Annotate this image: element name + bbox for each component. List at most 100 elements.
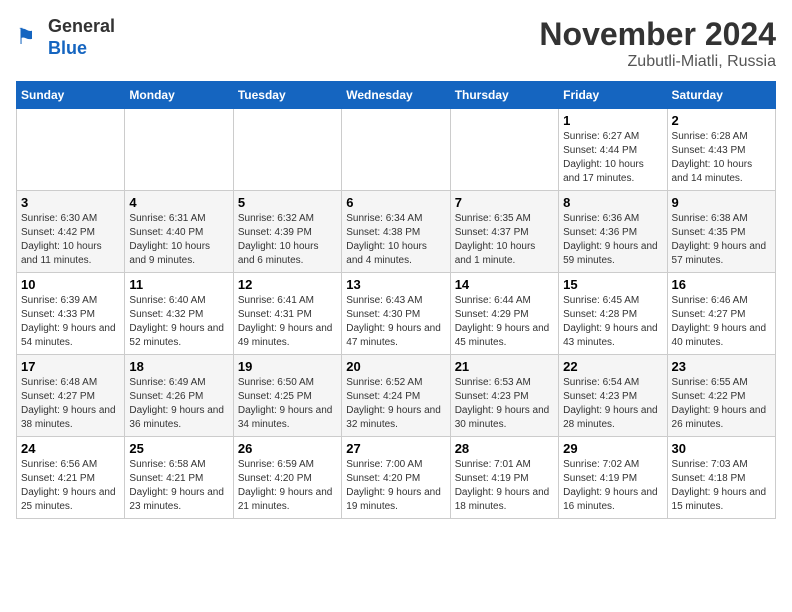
- calendar-cell: 25 Sunrise: 6:58 AM Sunset: 4:21 PM Dayli…: [125, 437, 233, 519]
- main-title: November 2024: [539, 16, 776, 53]
- day-info: Sunrise: 7:03 AM Sunset: 4:18 PM Dayligh…: [672, 458, 771, 514]
- day-info: Sunrise: 6:35 AM Sunset: 4:37 PM Dayligh…: [455, 212, 554, 268]
- day-number: 8: [563, 195, 662, 210]
- calendar-cell: [17, 109, 125, 191]
- day-info: Sunrise: 6:32 AM Sunset: 4:39 PM Dayligh…: [238, 212, 337, 268]
- day-number: 17: [21, 359, 120, 374]
- day-info: Sunrise: 6:48 AM Sunset: 4:27 PM Dayligh…: [21, 376, 120, 432]
- calendar-table: SundayMondayTuesdayWednesdayThursdayFrid…: [16, 81, 776, 519]
- day-number: 4: [129, 195, 228, 210]
- calendar-cell: 16Sunrise: 6:46 AM Sunset: 4:27 PM Dayli…: [667, 273, 775, 355]
- logo-blue: Blue: [48, 38, 87, 58]
- calendar-cell: 10 Sunrise: 6:39 AM Sunset: 4:33 PM Dayli…: [17, 273, 125, 355]
- day-number: 22: [563, 359, 662, 374]
- day-number: 9: [672, 195, 771, 210]
- day-number: 21: [455, 359, 554, 374]
- day-of-week-header: Monday: [125, 82, 233, 109]
- calendar-cell: 15 Sunrise: 6:45 AM Sunset: 4:28 PM Dayli…: [559, 273, 667, 355]
- calendar-cell: 19Sunrise: 6:50 AM Sunset: 4:25 PM Dayli…: [233, 355, 341, 437]
- calendar-week-row: 1Sunrise: 6:27 AM Sunset: 4:44 PM Daylig…: [17, 109, 776, 191]
- day-info: Sunrise: 7:02 AM Sunset: 4:19 PM Dayligh…: [563, 458, 662, 514]
- day-info: Sunrise: 6:45 AM Sunset: 4:28 PM Dayligh…: [563, 294, 662, 350]
- day-info: Sunrise: 6:30 AM Sunset: 4:42 PM Dayligh…: [21, 212, 120, 268]
- day-info: Sunrise: 6:38 AM Sunset: 4:35 PM Dayligh…: [672, 212, 771, 268]
- day-info: Sunrise: 6:41 AM Sunset: 4:31 PM Dayligh…: [238, 294, 337, 350]
- day-info: Sunrise: 6:40 AM Sunset: 4:32 PM Dayligh…: [129, 294, 228, 350]
- title-block: November 2024 Zubutli-Miatli, Russia: [539, 16, 776, 71]
- calendar-cell: 1Sunrise: 6:27 AM Sunset: 4:44 PM Daylig…: [559, 109, 667, 191]
- calendar-cell: 9 Sunrise: 6:38 AM Sunset: 4:35 PM Daylig…: [667, 191, 775, 273]
- day-info: Sunrise: 6:44 AM Sunset: 4:29 PM Dayligh…: [455, 294, 554, 350]
- calendar-cell: 26 Sunrise: 6:59 AM Sunset: 4:20 PM Dayli…: [233, 437, 341, 519]
- calendar-cell: 3 Sunrise: 6:30 AM Sunset: 4:42 PM Daylig…: [17, 191, 125, 273]
- day-number: 2: [672, 113, 771, 128]
- day-number: 6: [346, 195, 445, 210]
- day-info: Sunrise: 6:55 AM Sunset: 4:22 PM Dayligh…: [672, 376, 771, 432]
- logo-icon: ⚑: [16, 24, 44, 52]
- calendar-cell: [342, 109, 450, 191]
- calendar-cell: 7 Sunrise: 6:35 AM Sunset: 4:37 PM Daylig…: [450, 191, 558, 273]
- day-info: Sunrise: 6:59 AM Sunset: 4:20 PM Dayligh…: [238, 458, 337, 514]
- day-number: 19: [238, 359, 337, 374]
- day-info: Sunrise: 6:31 AM Sunset: 4:40 PM Dayligh…: [129, 212, 228, 268]
- day-info: Sunrise: 7:01 AM Sunset: 4:19 PM Dayligh…: [455, 458, 554, 514]
- calendar-cell: 14 Sunrise: 6:44 AM Sunset: 4:29 PM Dayli…: [450, 273, 558, 355]
- calendar-cell: 2 Sunrise: 6:28 AM Sunset: 4:43 PM Daylig…: [667, 109, 775, 191]
- day-number: 30: [672, 441, 771, 456]
- calendar-cell: 29 Sunrise: 7:02 AM Sunset: 4:19 PM Dayli…: [559, 437, 667, 519]
- day-info: Sunrise: 6:56 AM Sunset: 4:21 PM Dayligh…: [21, 458, 120, 514]
- calendar-cell: 24 Sunrise: 6:56 AM Sunset: 4:21 PM Dayli…: [17, 437, 125, 519]
- calendar-cell: 13Sunrise: 6:43 AM Sunset: 4:30 PM Dayli…: [342, 273, 450, 355]
- day-info: Sunrise: 6:52 AM Sunset: 4:24 PM Dayligh…: [346, 376, 445, 432]
- day-number: 14: [455, 277, 554, 292]
- logo-text: General Blue: [48, 16, 115, 59]
- calendar-cell: 27 Sunrise: 7:00 AM Sunset: 4:20 PM Dayli…: [342, 437, 450, 519]
- day-info: Sunrise: 6:43 AM Sunset: 4:30 PM Dayligh…: [346, 294, 445, 350]
- calendar-cell: 5Sunrise: 6:32 AM Sunset: 4:39 PM Daylig…: [233, 191, 341, 273]
- day-number: 26: [238, 441, 337, 456]
- page-header: ⚑ General Blue November 2024 Zubutli-Mia…: [16, 16, 776, 71]
- day-number: 15: [563, 277, 662, 292]
- calendar-cell: 4 Sunrise: 6:31 AM Sunset: 4:40 PM Daylig…: [125, 191, 233, 273]
- logo: ⚑ General Blue: [16, 16, 115, 59]
- day-number: 7: [455, 195, 554, 210]
- calendar-week-row: 10 Sunrise: 6:39 AM Sunset: 4:33 PM Dayli…: [17, 273, 776, 355]
- day-number: 23: [672, 359, 771, 374]
- day-info: Sunrise: 7:00 AM Sunset: 4:20 PM Dayligh…: [346, 458, 445, 514]
- calendar-cell: [125, 109, 233, 191]
- day-info: Sunrise: 6:54 AM Sunset: 4:23 PM Dayligh…: [563, 376, 662, 432]
- day-number: 3: [21, 195, 120, 210]
- day-info: Sunrise: 6:39 AM Sunset: 4:33 PM Dayligh…: [21, 294, 120, 350]
- day-number: 28: [455, 441, 554, 456]
- day-info: Sunrise: 6:49 AM Sunset: 4:26 PM Dayligh…: [129, 376, 228, 432]
- day-info: Sunrise: 6:28 AM Sunset: 4:43 PM Dayligh…: [672, 130, 771, 186]
- calendar-cell: 23 Sunrise: 6:55 AM Sunset: 4:22 PM Dayli…: [667, 355, 775, 437]
- day-number: 10: [21, 277, 120, 292]
- day-number: 27: [346, 441, 445, 456]
- day-info: Sunrise: 6:58 AM Sunset: 4:21 PM Dayligh…: [129, 458, 228, 514]
- calendar-week-row: 24 Sunrise: 6:56 AM Sunset: 4:21 PM Dayli…: [17, 437, 776, 519]
- day-number: 11: [129, 277, 228, 292]
- day-info: Sunrise: 6:27 AM Sunset: 4:44 PM Dayligh…: [563, 130, 662, 186]
- day-info: Sunrise: 6:36 AM Sunset: 4:36 PM Dayligh…: [563, 212, 662, 268]
- calendar-header-row: SundayMondayTuesdayWednesdayThursdayFrid…: [17, 82, 776, 109]
- day-of-week-header: Thursday: [450, 82, 558, 109]
- subtitle: Zubutli-Miatli, Russia: [539, 53, 776, 71]
- logo-general: General: [48, 16, 115, 36]
- calendar-cell: 21Sunrise: 6:53 AM Sunset: 4:23 PM Dayli…: [450, 355, 558, 437]
- day-number: 25: [129, 441, 228, 456]
- day-number: 20: [346, 359, 445, 374]
- day-number: 18: [129, 359, 228, 374]
- calendar-cell: 20 Sunrise: 6:52 AM Sunset: 4:24 PM Dayli…: [342, 355, 450, 437]
- day-number: 29: [563, 441, 662, 456]
- day-number: 24: [21, 441, 120, 456]
- calendar-cell: [450, 109, 558, 191]
- day-of-week-header: Sunday: [17, 82, 125, 109]
- day-of-week-header: Friday: [559, 82, 667, 109]
- calendar-cell: 8 Sunrise: 6:36 AM Sunset: 4:36 PM Daylig…: [559, 191, 667, 273]
- calendar-cell: 30 Sunrise: 7:03 AM Sunset: 4:18 PM Dayli…: [667, 437, 775, 519]
- calendar-cell: 28 Sunrise: 7:01 AM Sunset: 4:19 PM Dayli…: [450, 437, 558, 519]
- calendar-cell: 6Sunrise: 6:34 AM Sunset: 4:38 PM Daylig…: [342, 191, 450, 273]
- day-number: 12: [238, 277, 337, 292]
- calendar-cell: 18 Sunrise: 6:49 AM Sunset: 4:26 PM Dayli…: [125, 355, 233, 437]
